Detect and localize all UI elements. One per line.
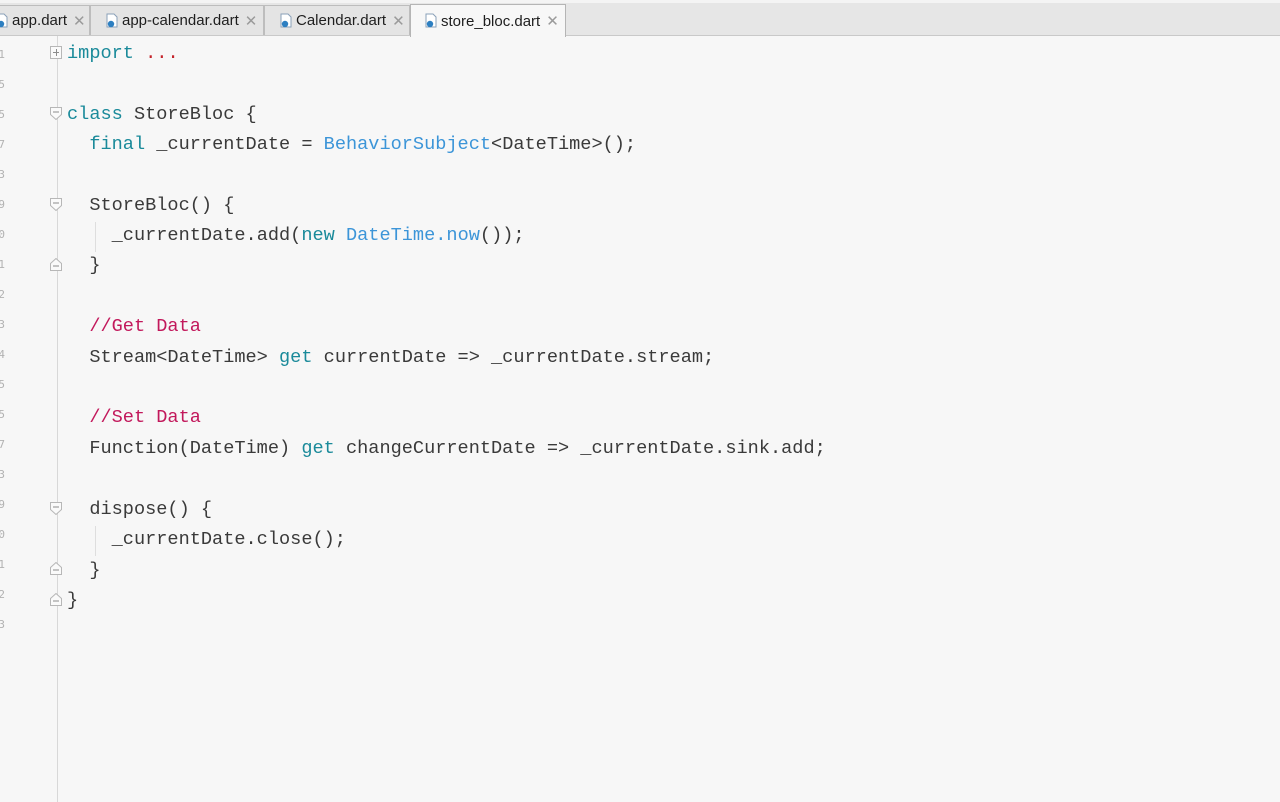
dart-file-icon <box>0 13 8 27</box>
call-close: ()); <box>479 225 525 246</box>
getter-type: Stream<DateTime> <box>67 347 280 368</box>
line-number: 7 <box>0 438 5 451</box>
code-line-constructor[interactable]: StoreBloc() { <box>67 191 234 221</box>
add-call: _currentDate.add( <box>111 225 302 246</box>
class-closing-brace: } <box>67 590 79 611</box>
type-datetime: DateTime <box>345 225 436 246</box>
fold-collapse-icon[interactable] <box>50 198 62 211</box>
keyword-final: final <box>89 134 146 155</box>
keyword-get: get <box>279 347 313 368</box>
code-line-import[interactable]: import ... <box>67 39 179 69</box>
line-number: 9 <box>0 198 5 211</box>
dart-file-icon <box>280 13 292 27</box>
tab-label: store_bloc.dart <box>441 12 541 30</box>
tab-app-calendar-dart[interactable]: app-calendar.dart ✕ <box>90 5 264 35</box>
line-number: 2 <box>0 588 5 601</box>
fold-end-icon[interactable] <box>50 258 62 271</box>
comment-get-data: //Get Data <box>67 316 201 337</box>
line-number: 5 <box>0 78 5 91</box>
code-line-setter[interactable]: Function(DateTime) get changeCurrentDate… <box>67 434 826 464</box>
code-line-comment-get[interactable]: //Get Data <box>67 312 201 342</box>
close-tab-icon[interactable]: ✕ <box>546 12 559 30</box>
tab-store-bloc-dart[interactable]: store_bloc.dart ✕ <box>410 4 566 37</box>
line-number: 9 <box>0 498 5 511</box>
code-line-close-brace[interactable]: } <box>67 251 100 281</box>
close-tab-icon[interactable]: ✕ <box>73 12 86 30</box>
code-line-class[interactable]: class StoreBloc { <box>67 100 257 130</box>
generic-args: <DateTime>(); <box>491 134 637 155</box>
code-line-field[interactable]: final _currentDate = BehaviorSubject<Dat… <box>67 130 636 160</box>
closing-brace: } <box>67 255 101 276</box>
tab-calendar-dart[interactable]: Calendar.dart ✕ <box>264 5 410 35</box>
line-number: 5 <box>0 378 5 391</box>
method-now: now <box>446 225 480 246</box>
member-dot: . <box>435 225 447 246</box>
code-line-add[interactable]: _currentDate.add(new DateTime.now()); <box>67 221 525 251</box>
dart-file-icon <box>425 13 437 28</box>
fold-collapse-icon[interactable] <box>50 502 62 515</box>
close-tab-icon[interactable]: ✕ <box>245 12 258 30</box>
line-number: 3 <box>0 168 5 181</box>
getter-body: currentDate => _currentDate.stream; <box>312 347 715 368</box>
dispose-declaration: dispose() { <box>67 499 213 520</box>
type-behaviorsubject: BehaviorSubject <box>323 134 492 155</box>
code-line-close-call[interactable]: _currentDate.close(); <box>67 525 346 555</box>
setter-type: Function(DateTime) <box>67 438 302 459</box>
close-tab-icon[interactable]: ✕ <box>392 12 405 30</box>
comment-set-data: //Set Data <box>67 407 201 428</box>
keyword-new: new <box>301 225 335 246</box>
setter-body: changeCurrentDate => _currentDate.sink.a… <box>334 438 826 459</box>
code-line-close-brace[interactable]: } <box>67 556 100 586</box>
fold-end-icon[interactable] <box>50 593 62 606</box>
keyword-import: import <box>67 43 134 64</box>
line-number: 0 <box>0 228 5 241</box>
closing-brace: } <box>67 560 101 581</box>
code-line-getter[interactable]: Stream<DateTime> get currentDate => _cur… <box>67 343 714 373</box>
line-number: 0 <box>0 528 5 541</box>
line-number: 1 <box>0 48 5 61</box>
line-number: 1 <box>0 258 5 271</box>
dart-file-icon <box>106 13 118 27</box>
line-number: 5 <box>0 408 5 421</box>
tab-app-dart[interactable]: app.dart ✕ <box>0 5 90 35</box>
code-line-comment-set[interactable]: //Set Data <box>67 403 201 433</box>
line-number: 7 <box>0 138 5 151</box>
fold-collapse-icon[interactable] <box>50 107 62 120</box>
tab-label: app-calendar.dart <box>122 12 239 29</box>
tab-label: Calendar.dart <box>296 12 387 29</box>
code-line-dispose[interactable]: dispose() { <box>67 495 212 525</box>
line-number-gutter[interactable]: 1 5 5 7 3 9 0 1 2 3 4 5 5 7 3 9 0 1 2 3 <box>0 36 58 802</box>
fold-end-icon[interactable] <box>50 562 62 575</box>
code-line-class-end[interactable]: } <box>67 586 78 616</box>
tab-label: app.dart <box>12 12 68 29</box>
line-number: 2 <box>0 288 5 301</box>
class-declaration: StoreBloc { <box>122 104 257 125</box>
keyword-class: class <box>67 104 123 125</box>
keyword-get: get <box>301 438 335 459</box>
line-number: 1 <box>0 558 5 571</box>
editor-tab-bar: app.dart ✕ app-calendar.dart ✕ Calendar.… <box>0 0 1280 37</box>
constructor-declaration: StoreBloc() { <box>67 195 235 216</box>
line-number: 3 <box>0 318 5 331</box>
line-number: 3 <box>0 468 5 481</box>
line-number: 5 <box>0 108 5 121</box>
fold-expand-icon[interactable] <box>50 46 62 59</box>
field-name: _currentDate = <box>145 134 324 155</box>
close-call: _currentDate.close(); <box>67 529 346 550</box>
line-number: 3 <box>0 618 5 631</box>
line-number: 4 <box>0 348 5 361</box>
collapsed-imports[interactable]: ... <box>145 43 178 64</box>
